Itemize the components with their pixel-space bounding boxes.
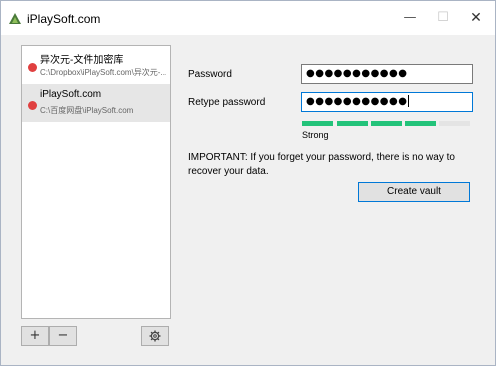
strength-bar-segment (371, 121, 402, 126)
password-warning: IMPORTANT: If you forget your password, … (188, 152, 455, 177)
strength-bar-segment (337, 121, 368, 126)
plus-icon: + (29, 328, 41, 343)
app-window: iPlaySoft.com — ☐ ✕ 异次元-文件加密库 C:\Dropbox… (0, 0, 496, 366)
strength-bar-segment (439, 121, 470, 126)
vault-path: C:\Dropbox\iPlaySoft.com\异次元-... (40, 68, 166, 77)
retype-password-field[interactable]: ●●●●●●●●●●● (301, 92, 473, 112)
maximize-icon: ☐ (437, 10, 449, 25)
maximize-button[interactable]: ☐ (426, 1, 460, 35)
retype-password-label: Retype password (188, 97, 266, 108)
remove-vault-button[interactable]: − (49, 326, 77, 346)
strength-bar-segment (302, 121, 333, 126)
password-field[interactable]: ●●●●●●●●●●● (301, 64, 473, 84)
vault-list: 异次元-文件加密库 C:\Dropbox\iPlaySoft.com\异次元-.… (21, 45, 171, 319)
strength-label: Strong (302, 130, 329, 140)
window-title: iPlaySoft.com (27, 12, 101, 26)
vault-name: 异次元-文件加密库 (40, 55, 124, 66)
title-bar[interactable]: iPlaySoft.com — ☐ ✕ (1, 1, 495, 35)
minus-icon: − (57, 328, 69, 343)
vault-status-icon (28, 63, 37, 72)
vault-status-icon (28, 101, 37, 110)
close-button[interactable]: ✕ (459, 1, 493, 35)
settings-button[interactable] (141, 326, 169, 346)
vault-name: iPlaySoft.com (40, 89, 102, 100)
password-value: ●●●●●●●●●●● (306, 68, 408, 79)
close-icon: ✕ (470, 10, 482, 26)
minimize-button[interactable]: — (393, 1, 427, 35)
vault-list-item[interactable]: 异次元-文件加密库 C:\Dropbox\iPlaySoft.com\异次元-.… (22, 46, 170, 84)
strength-bar-segment (405, 121, 436, 126)
text-caret (408, 95, 410, 107)
gear-icon (149, 330, 161, 342)
retype-password-value: ●●●●●●●●●●● (306, 96, 408, 107)
vault-path: C:\百度网盘\iPlaySoft.com (40, 106, 134, 115)
add-vault-button[interactable]: + (21, 326, 49, 346)
password-label: Password (188, 69, 232, 80)
vault-list-item-selected[interactable]: iPlaySoft.com C:\百度网盘\iPlaySoft.com (22, 84, 170, 122)
create-vault-button[interactable]: Create vault (358, 182, 470, 202)
iplaysoft-logo-icon (9, 13, 21, 24)
minimize-icon: — (403, 10, 417, 25)
